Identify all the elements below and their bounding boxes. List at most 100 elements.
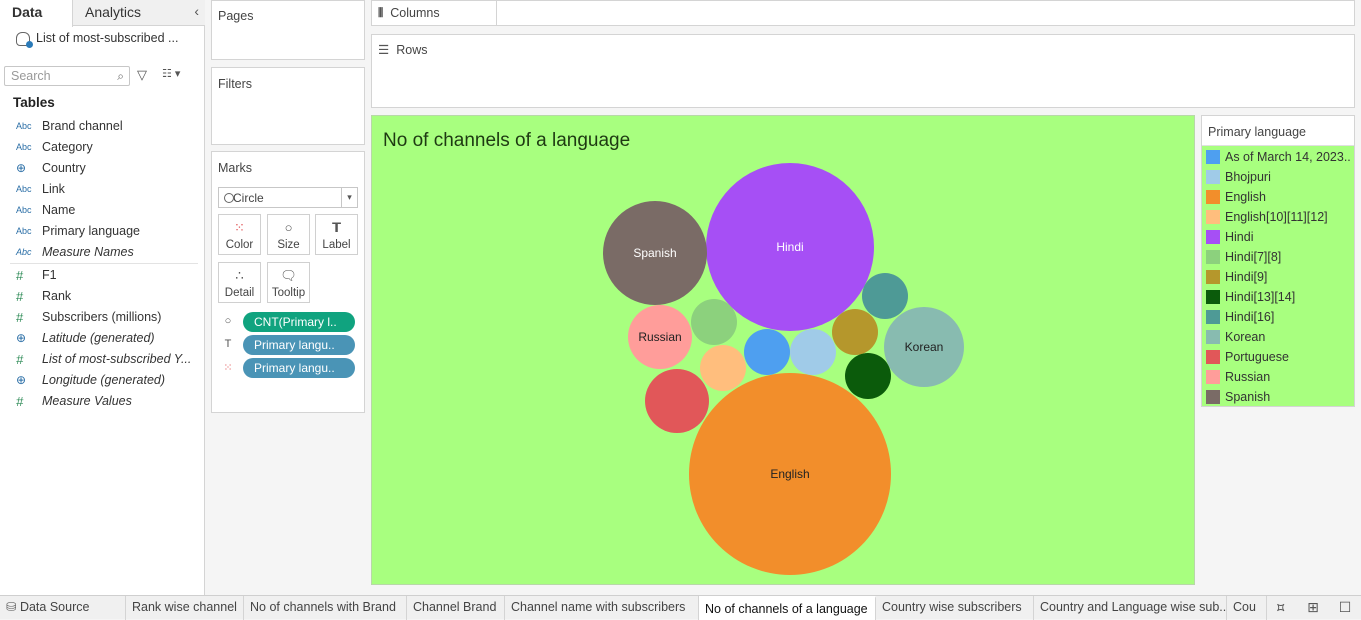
legend-items: As of March 14, 2023.. Bhojpuri English Eng… <box>1206 149 1354 409</box>
pages-card[interactable]: Pages <box>211 0 365 60</box>
legend-item[interactable]: English <box>1206 189 1354 209</box>
label-button[interactable]: 𝗧 Label <box>315 214 358 255</box>
sheet-tab[interactable]: No of channels of a language <box>699 596 876 620</box>
globe-icon: ⊕ <box>16 373 27 387</box>
sheet-tab[interactable]: Country and Language wise sub... <box>1034 596 1227 620</box>
color-button[interactable]: ⁙ Color <box>218 214 261 255</box>
detail-button[interactable]: ∴ Detail <box>218 262 261 303</box>
legend-swatch <box>1206 270 1220 284</box>
filter-icon[interactable]: ▽ <box>137 67 151 83</box>
tab-analytics[interactable]: Analytics <box>73 0 153 26</box>
legend-label: English[10][11][12] <box>1225 210 1328 224</box>
filters-card[interactable]: Filters <box>211 67 365 145</box>
field-item[interactable]: Abc Link <box>0 179 204 200</box>
mark-type-select[interactable]: Circle ▾ <box>218 187 358 208</box>
field-item[interactable]: # F1 <box>0 265 204 286</box>
field-item[interactable]: ⊕ Longitude (generated) <box>0 370 204 391</box>
field-item[interactable]: Abc Brand channel <box>0 116 204 137</box>
legend-item[interactable]: Hindi[7][8] <box>1206 249 1354 269</box>
size-pill[interactable]: CNT(Primary l.. <box>243 312 355 332</box>
bubble-english-10-11-12-[interactable] <box>700 345 746 391</box>
legend-item[interactable]: Korean <box>1206 329 1354 349</box>
sheet-tab-label: Country wise subscribers <box>882 600 1022 614</box>
sheet-tab-bar: Cou Country and Language wise sub... Count… <box>0 595 1361 620</box>
legend-item[interactable]: Hindi[9] <box>1206 269 1354 289</box>
field-item[interactable]: ⊕ Country <box>0 158 204 179</box>
legend-label: Hindi[9] <box>1225 270 1268 284</box>
search-input[interactable]: Search ⌕ <box>4 66 130 86</box>
color-pill[interactable]: Primary langu.. <box>243 358 355 378</box>
field-item[interactable]: # List of most-subscribed Y... <box>0 349 204 370</box>
new-worksheet-icon[interactable]: ⯏ <box>1272 599 1290 617</box>
label-pill[interactable]: Primary langu.. <box>243 335 355 355</box>
legend-label: English <box>1225 190 1266 204</box>
new-dashboard-icon[interactable]: ⊞ <box>1304 599 1322 617</box>
field-item[interactable]: Abc Primary language <box>0 221 204 242</box>
sheet-tab[interactable]: Channel Brand <box>407 596 505 620</box>
columns-shelf[interactable]: ⫴ Columns <box>371 0 1355 26</box>
legend-item[interactable]: Hindi[13][14] <box>1206 289 1354 309</box>
legend-item[interactable]: English[10][11][12] <box>1206 209 1354 229</box>
sheet-tab-label: Cou <box>1233 600 1256 614</box>
field-separator <box>10 263 198 264</box>
tab-data[interactable]: Data <box>0 0 73 27</box>
size-icon: ○ <box>284 220 293 235</box>
sheet-tab[interactable]: Cou <box>1227 596 1267 620</box>
bubble-bhojpuri[interactable] <box>790 329 836 375</box>
field-item[interactable]: Abc Measure Names <box>0 242 204 263</box>
legend-swatch <box>1206 370 1220 384</box>
bubble-hindi-16-[interactable] <box>862 273 908 319</box>
field-name: F1 <box>42 268 57 282</box>
field-item[interactable]: Abc Name <box>0 200 204 221</box>
datasource-item[interactable]: List of most-subscribed ... <box>16 31 201 51</box>
field-item[interactable]: Abc Category <box>0 137 204 158</box>
legend-item[interactable]: Portuguese <box>1206 349 1354 369</box>
legend-item[interactable]: Hindi <box>1206 229 1354 249</box>
tooltip-button[interactable]: 🗨 Tooltip <box>267 262 310 303</box>
sheet-tab[interactable]: No of channels with Brand <box>244 596 407 620</box>
size-button[interactable]: ○ Size <box>267 214 310 255</box>
legend-label: Bhojpuri <box>1225 170 1271 184</box>
field-item[interactable]: # Measure Values <box>0 391 204 412</box>
bubble-as-of-march-14-2023-[interactable] <box>744 329 790 375</box>
field-name: Primary language <box>42 224 140 238</box>
rows-label-wrap: ☰ Rows <box>378 42 427 57</box>
view-options-icon[interactable]: ☷ ▾ <box>162 67 192 83</box>
legend-label: Hindi <box>1225 230 1254 244</box>
legend-swatch <box>1206 150 1220 164</box>
bubble-label: Spanish <box>633 246 676 260</box>
legend-item[interactable]: Hindi[16] <box>1206 309 1354 329</box>
field-name: Name <box>42 203 76 217</box>
measure-type-icon: # <box>16 310 24 325</box>
legend-item[interactable]: Spanish <box>1206 389 1354 409</box>
data-source-tab[interactable]: ⛁ Data Source <box>0 596 126 620</box>
legend-item[interactable]: As of March 14, 2023.. <box>1206 149 1354 169</box>
sheet-tab[interactable]: Channel name with subscribers <box>505 596 699 620</box>
collapse-pane-icon[interactable]: ‹ <box>194 3 199 19</box>
field-item[interactable]: # Rank <box>0 286 204 307</box>
chevron-down-icon: ▾ <box>341 188 357 207</box>
mark-type-label: Circle <box>233 191 264 205</box>
legend-swatch <box>1206 290 1220 304</box>
new-story-icon[interactable]: ☐ <box>1336 599 1354 617</box>
bubble-chart[interactable]: Hindi English Spanish Korean Russian No of c… <box>371 115 1195 585</box>
legend-item[interactable]: Bhojpuri <box>1206 169 1354 189</box>
size-label: Size <box>277 239 300 251</box>
bubble-hindi-13-14-[interactable] <box>845 353 891 399</box>
bubble-hindi-9-[interactable] <box>832 309 878 355</box>
field-item[interactable]: # Subscribers (millions) <box>0 307 204 328</box>
bubble-hindi-7-8-[interactable] <box>691 299 737 345</box>
pages-title: Pages <box>218 9 254 23</box>
field-name: Link <box>42 182 65 196</box>
legend-label: As of March 14, 2023.. <box>1225 150 1351 164</box>
field-name: List of most-subscribed Y... <box>42 352 192 366</box>
color-legend: Primary language As of March 14, 2023.. B… <box>1201 115 1355 407</box>
legend-item[interactable]: Russian <box>1206 369 1354 389</box>
field-item[interactable]: ⊕ Latitude (generated) <box>0 328 204 349</box>
rows-shelf[interactable]: ☰ Rows <box>371 34 1355 108</box>
sheet-tab[interactable]: Country wise subscribers <box>876 596 1034 620</box>
sheet-tab[interactable]: Rank wise channel <box>126 596 244 620</box>
bubble-portuguese[interactable] <box>645 369 709 433</box>
data-pane: Data Analytics ‹ List of most-subscribed… <box>0 0 205 595</box>
search-placeholder: Search <box>11 69 51 83</box>
